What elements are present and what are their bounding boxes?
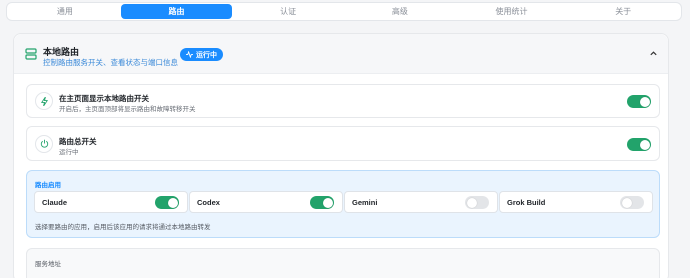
zap-icon (35, 92, 53, 110)
service-address-card: 服务地址 (26, 248, 660, 278)
activity-icon (186, 51, 193, 58)
show-router-switch-card: 在主页面显示本地路由开关 开启后，主页面顶部将显示路由和故障转移开关 (26, 84, 660, 118)
apps-title: 路由启用 (35, 182, 61, 189)
app-gemini-toggle[interactable] (465, 196, 489, 209)
chevron-up-icon[interactable] (649, 49, 658, 58)
tab-about[interactable]: 关于 (567, 4, 679, 19)
apps-note: 选择要路由的应用，启用后该应用的请求将通过本地路由转发 (35, 224, 211, 231)
app-codex: Codex (189, 191, 343, 213)
routing-apps-section: 路由启用 Claude Codex Gemini Grok Build 选择要路… (26, 170, 660, 238)
tab-usage-stats[interactable]: 使用统计 (456, 4, 568, 19)
app-claude-toggle[interactable] (155, 196, 179, 209)
app-grok-build-toggle[interactable] (620, 196, 644, 209)
tab-routing[interactable]: 路由 (120, 4, 233, 19)
service-address-title: 服务地址 (35, 261, 61, 268)
server-icon (25, 48, 37, 60)
tab-general[interactable]: 通用 (9, 4, 121, 19)
app-name: Claude (42, 198, 68, 207)
master-switch-desc: 运行中 (59, 149, 79, 156)
app-name: Codex (197, 198, 220, 207)
app-grok-build: Grok Build (499, 191, 653, 213)
app-name: Grok Build (507, 198, 546, 207)
app-gemini: Gemini (344, 191, 498, 213)
panel-header[interactable]: 本地路由 控制路由服务开关、查看状态与端口信息 运行中 (14, 34, 668, 74)
section-subtitle: 控制路由服务开关、查看状态与端口信息 (43, 58, 178, 67)
status-badge: 运行中 (180, 48, 223, 61)
show-switch-desc: 开启后，主页面顶部将显示路由和故障转移开关 (59, 106, 196, 113)
tab-advanced[interactable]: 高级 (344, 4, 456, 19)
status-badge-label: 运行中 (196, 51, 217, 59)
master-switch-toggle[interactable] (627, 138, 651, 151)
master-switch-card: 路由总开关 运行中 (26, 126, 660, 161)
power-icon (35, 134, 53, 153)
show-switch-toggle[interactable] (627, 95, 651, 108)
tab-auth[interactable]: 认证 (232, 4, 344, 19)
app-name: Gemini (352, 198, 378, 207)
app-claude: Claude (34, 191, 188, 213)
settings-tabs: 通用 路由 认证 高级 使用统计 关于 (6, 2, 682, 21)
app-codex-toggle[interactable] (310, 196, 334, 209)
local-routing-panel: 本地路由 控制路由服务开关、查看状态与端口信息 运行中 在主页面显示本地路由开关… (13, 33, 669, 278)
